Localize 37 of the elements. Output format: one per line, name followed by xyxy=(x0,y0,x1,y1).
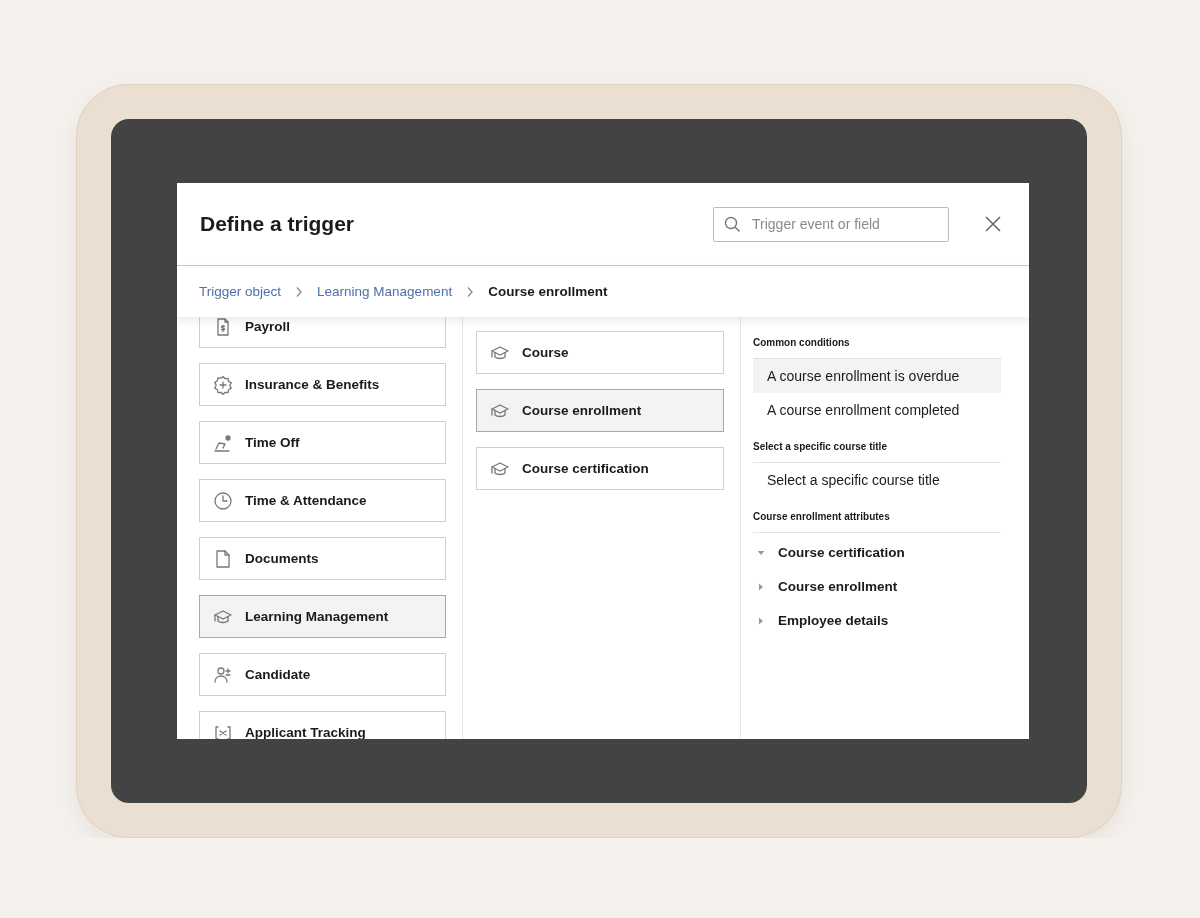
list-item[interactable]: Insurance & Benefits xyxy=(199,363,446,406)
list-item[interactable]: Time & Attendance xyxy=(199,479,446,522)
caret-right-icon xyxy=(757,616,765,625)
section-heading: Course enrollment attributes xyxy=(753,511,891,522)
condition-option[interactable]: A course enrollment completed xyxy=(753,393,1001,427)
chevron-right-icon xyxy=(466,285,475,298)
dialog-title: Define a trigger xyxy=(200,212,356,236)
list-item[interactable]: Applicant Tracking xyxy=(199,711,446,739)
list-item[interactable]: Payroll xyxy=(199,317,446,348)
list-item[interactable]: Documents xyxy=(199,537,446,580)
condition-option[interactable]: Select a specific course title xyxy=(753,463,1001,497)
clock-icon xyxy=(213,490,233,511)
list-item[interactable]: Course xyxy=(476,331,724,374)
condition-option[interactable]: A course enrollment is overdue xyxy=(753,359,1001,393)
breadcrumb-link[interactable]: Learning Management xyxy=(317,284,453,299)
caret-down-icon xyxy=(757,549,765,556)
gear-plus-icon xyxy=(213,374,233,395)
breadcrumb-link[interactable]: Trigger object xyxy=(199,284,282,299)
close-button[interactable] xyxy=(983,214,1003,234)
person-plus-icon xyxy=(213,664,233,685)
person-reclining-icon xyxy=(213,432,233,453)
chevron-right-icon xyxy=(295,285,304,298)
list-item[interactable]: Course certification xyxy=(476,447,724,490)
document-icon xyxy=(213,548,233,569)
tree-item[interactable]: Course certification xyxy=(753,545,1001,560)
section-heading: Common conditions xyxy=(753,337,851,348)
list-item[interactable]: Course enrollment xyxy=(476,389,724,432)
section-heading: Select a specific course title xyxy=(753,441,888,452)
breadcrumb-current: Course enrollment xyxy=(488,284,608,299)
tree-item[interactable]: Course enrollment xyxy=(753,579,1001,594)
search-icon xyxy=(724,215,741,233)
list-item[interactable]: Time Off xyxy=(199,421,446,464)
tree-item[interactable]: Employee details xyxy=(753,613,1001,628)
list-item[interactable]: Learning Management xyxy=(199,595,446,638)
search-field[interactable]: Trigger event or field xyxy=(713,206,949,242)
list-item[interactable]: Candidate xyxy=(199,653,446,696)
caret-right-icon xyxy=(757,582,765,591)
